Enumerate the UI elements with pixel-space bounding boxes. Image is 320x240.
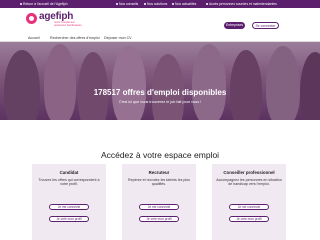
nav-item-rechercher-offres[interactable]: Rechercher des offres d'emploi: [50, 36, 100, 40]
espace-emploi-title: Accédez à votre espace emploi: [100, 150, 220, 160]
card-title: Recruteur: [148, 170, 170, 175]
back-to-agefiph-link[interactable]: Retour à l'accueil de l'Agefiph: [20, 2, 67, 6]
top-utility-bar: Retour à l'accueil de l'Agefiph Nos cons…: [0, 0, 320, 8]
card-description: Trouvez les offres qui correspondent à v…: [38, 178, 100, 187]
agefiph-logo[interactable]: agefiph ouvrir l'emploi aux personnes ha…: [26, 11, 86, 28]
card-candidat: Candidat Trouvez les offres qui correspo…: [32, 164, 106, 240]
card-description: Repérez et recrutez les talents les plus…: [128, 178, 190, 187]
entreprises-button[interactable]: Entreprises: [224, 22, 245, 29]
topbar-link-solutions[interactable]: Nos solutions: [144, 2, 167, 6]
card-title: Candidat: [59, 170, 79, 175]
agefiph-logo-mark-icon: [26, 13, 37, 24]
recruteur-login-button[interactable]: Je me connecte: [139, 204, 179, 210]
candidat-create-profile-button[interactable]: Je crée mon profil: [49, 216, 89, 222]
card-description: Accompagnez les personnes en situation d…: [216, 178, 282, 187]
bullet-icon: [172, 3, 174, 6]
logo-tagline: ouvrir l'emploi aux personnes handicapée…: [54, 21, 82, 27]
bullet-icon: [116, 3, 118, 6]
nav-item-accueil[interactable]: Accueil: [28, 36, 40, 40]
conseiller-login-button[interactable]: Je me connecte: [229, 204, 269, 210]
candidat-login-button[interactable]: Je me connecte: [49, 204, 89, 210]
card-conseiller: Conseiller professionnel Accompagnez les…: [212, 164, 286, 240]
main-nav: Accueil Rechercher des offres d'emploi D…: [0, 32, 320, 42]
topbar-link-conseils[interactable]: Nos conseils: [116, 2, 138, 6]
topbar-link-accessibilite[interactable]: Accès personnes sourdes et malentendante…: [206, 2, 277, 6]
card-recruteur: Recruteur Repérez et recrutez les talent…: [122, 164, 196, 240]
recruteur-create-profile-button[interactable]: Je crée mon profil: [139, 216, 179, 222]
hero-overlay: [0, 42, 320, 120]
bullet-icon: [206, 3, 208, 6]
conseiller-create-profile-button[interactable]: Je crée mon profil: [229, 216, 269, 222]
arrow-left-icon: [20, 3, 22, 6]
site-header: agefiph ouvrir l'emploi aux personnes ha…: [0, 8, 320, 32]
hero-banner: 178517 offres d'emploi disponibles C'est…: [0, 42, 320, 120]
bullet-icon: [144, 3, 146, 6]
topbar-link-actualites[interactable]: Nos actualités: [172, 2, 196, 6]
login-button[interactable]: Se connecter: [252, 22, 279, 29]
nav-item-deposer-cv[interactable]: Déposer mon CV: [104, 36, 132, 40]
card-title: Conseiller professionnel: [223, 170, 275, 175]
hero-subtitle: C'est ici que vous trouverez le job fait…: [118, 100, 202, 104]
hero-title: 178517 offres d'emploi disponibles: [93, 88, 227, 97]
